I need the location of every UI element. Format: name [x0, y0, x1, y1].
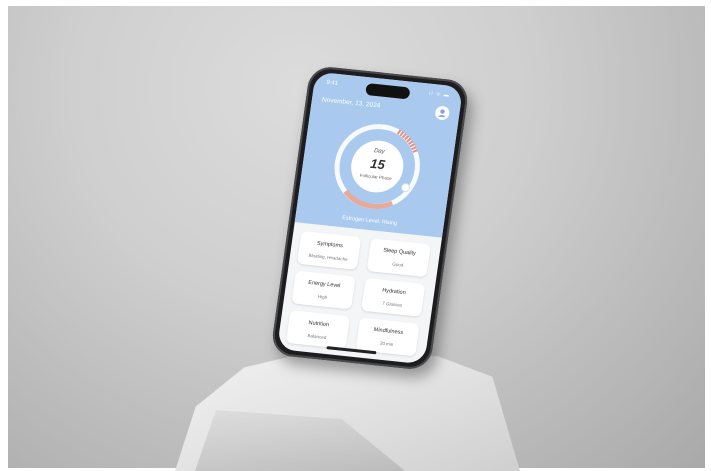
card-title: Energy Level [307, 279, 341, 290]
sleep-quality-card[interactable]: Sleep Quality Good [366, 238, 431, 278]
card-title: Symptoms [316, 240, 344, 250]
profile-button[interactable] [434, 105, 451, 121]
person-icon [437, 109, 446, 118]
nutrition-card[interactable]: Nutrition Balanced [285, 310, 351, 350]
card-value: Balanced [307, 333, 327, 340]
metrics-grid: Symptoms Bloating, Headache Sleep Qualit… [285, 230, 433, 357]
status-time: 9:41 [325, 79, 339, 87]
card-value: Good [391, 261, 404, 268]
symptoms-card[interactable]: Symptoms Bloating, Headache [296, 230, 362, 270]
dynamic-island [365, 83, 411, 100]
hydration-card[interactable]: Hydration 7 Glasses [361, 277, 426, 317]
card-value: High [317, 293, 328, 300]
card-title: Sleep Quality [382, 247, 417, 257]
card-title: Mindfulness [373, 326, 404, 336]
card-title: Nutrition [308, 320, 330, 329]
cycle-header-panel: 9:41 ıl ᯤ ▬ November, 13, 2024 Day 15 Fo… [294, 71, 464, 238]
card-title: Hydration [381, 287, 407, 297]
card-value: 7 Glasses [381, 300, 403, 308]
current-date: November, 13, 2024 [321, 96, 381, 110]
card-value: Bloating, Headache [308, 252, 349, 262]
card-value: 20 min [379, 340, 394, 348]
energy-level-card[interactable]: Energy Level High [291, 270, 356, 310]
status-icons: ıl ᯤ ▬ [428, 90, 451, 99]
app-screen: 9:41 ıl ᯤ ▬ November, 13, 2024 Day 15 Fo… [276, 71, 464, 365]
